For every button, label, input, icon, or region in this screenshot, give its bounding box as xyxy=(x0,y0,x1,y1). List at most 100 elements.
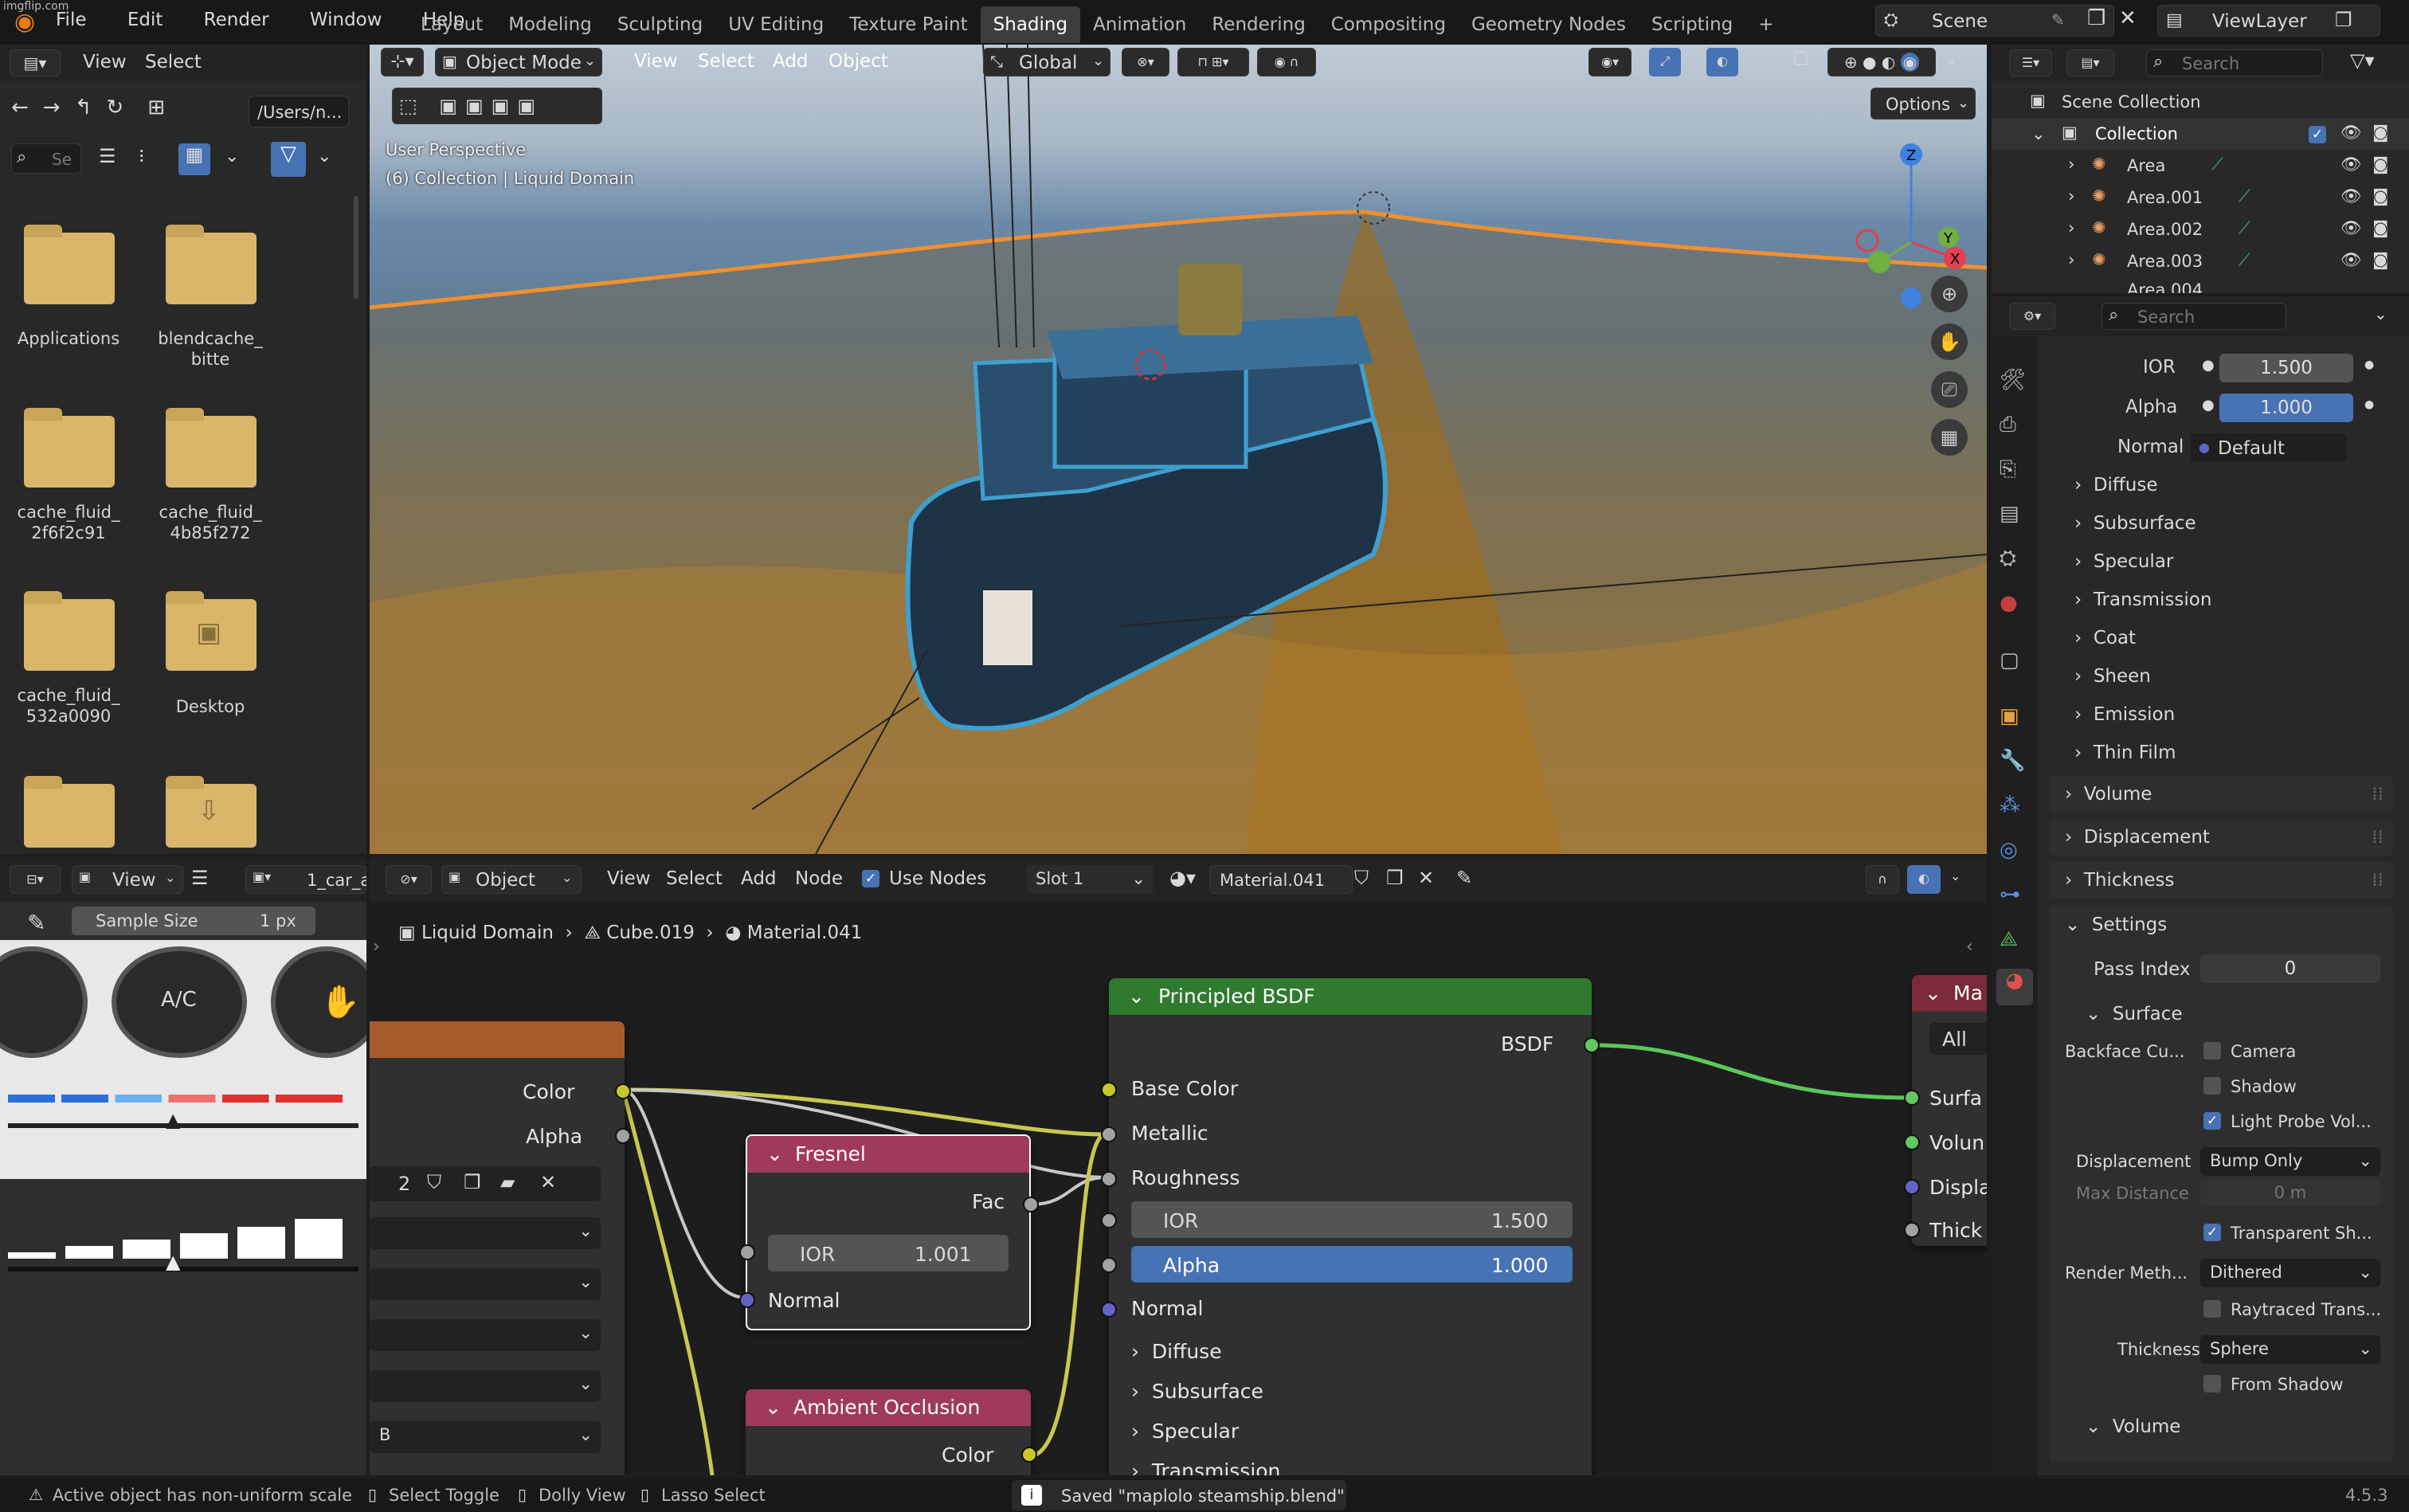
eye-icon[interactable]: 👁 xyxy=(2340,250,2362,270)
fb-menu-select[interactable]: Select xyxy=(145,52,202,72)
ao-header[interactable]: ⌄ Ambient Occlusion xyxy=(746,1389,1031,1426)
tab-sculpting[interactable]: Sculpting xyxy=(605,6,715,43)
keyframe-dot-icon[interactable]: ● xyxy=(2364,358,2374,371)
normal-input-socket[interactable] xyxy=(739,1292,755,1308)
shading-modes[interactable]: ⊕ ● ◐ ◉ xyxy=(1827,48,1936,76)
sample-size-field[interactable]: Sample Size 1 px xyxy=(72,907,315,935)
scene-tab-icon[interactable]: ⛭ xyxy=(2000,546,2016,571)
pass-index-field[interactable]: 0 xyxy=(2200,954,2380,983)
raytraced-checkbox[interactable] xyxy=(2203,1300,2221,1318)
from-shadow-checkbox[interactable] xyxy=(2203,1375,2221,1393)
colorspace-dropdown[interactable]: B ⌄ xyxy=(370,1421,601,1453)
collapse-chevron-icon[interactable]: ⌄ xyxy=(766,1136,783,1173)
collapse-chevron-icon[interactable]: ⌄ xyxy=(765,1389,781,1426)
viewport-3d[interactable]: ⊹▾ ▣ Object Mode ⌄ View Select Add Objec… xyxy=(370,45,1987,854)
tab-compositing[interactable]: Compositing xyxy=(1318,6,1459,43)
physics-tab-icon[interactable]: ◎ xyxy=(2000,838,2018,862)
outliner-item-row[interactable]: Area.004 xyxy=(1992,277,2409,293)
outliner-editor-type-icon[interactable]: ☰▾ xyxy=(2009,49,2052,76)
view-layer-selector[interactable]: ▤ ViewLayer ❐ xyxy=(2157,5,2380,37)
alpha-output-socket[interactable] xyxy=(615,1128,631,1144)
bsdf-ior-field[interactable]: IOR 1.500 xyxy=(1131,1201,1573,1238)
menu-edit[interactable]: Edit xyxy=(127,10,163,30)
gizmo-toggle-icon[interactable]: ⤢ xyxy=(1649,48,1681,76)
filter-chevron-icon[interactable]: ⌄ xyxy=(317,147,331,166)
tab-shading[interactable]: Shading xyxy=(980,6,1081,43)
bsdf-alpha-field[interactable]: Alpha 1.000 xyxy=(1131,1246,1573,1283)
unlink-image-icon[interactable]: ✕ xyxy=(540,1171,556,1193)
outliner-item-row[interactable]: › ✺ Area.001 ⟋ 👁 ◙ xyxy=(1992,182,2409,213)
bsdf-panel-subsurface[interactable]: › Subsurface xyxy=(1131,1380,1263,1403)
source-dropdown[interactable]: ⌄ xyxy=(370,1370,601,1402)
bsdf-panel-transmission[interactable]: › Transmission xyxy=(1131,1459,1280,1475)
path-field[interactable]: /Users/n... xyxy=(249,96,349,127)
prop-alpha-field[interactable]: 1.000 xyxy=(2219,394,2353,422)
sort-chevron-icon[interactable]: ⌄ xyxy=(225,147,239,166)
particles-tab-icon[interactable]: ⁂ xyxy=(2000,793,2020,817)
new-view-layer-icon[interactable]: ❐ xyxy=(2335,9,2352,31)
socket-dot-icon[interactable]: ● xyxy=(2202,357,2215,374)
node-editor[interactable]: ⊘▾ ▣ Object ⌄ View Select Add Node ✓ Use… xyxy=(370,857,1987,1475)
fac-output-socket[interactable] xyxy=(1023,1197,1039,1212)
volume-input-socket[interactable] xyxy=(1904,1134,1920,1150)
outliner-item-row[interactable]: › ✺ Area ⟋ 👁 ◙ xyxy=(1992,150,2409,182)
properties-search-input[interactable]: ⌕ Search xyxy=(2102,303,2286,330)
eyedropper-icon[interactable]: ✎ xyxy=(27,910,45,936)
keyframe-dot-icon[interactable]: ● xyxy=(2364,398,2374,411)
alpha-socket[interactable] xyxy=(1101,1257,1117,1273)
new-folder-icon[interactable]: ⊞ xyxy=(147,96,165,119)
slider-thumb-icon[interactable]: ▲ xyxy=(166,1109,180,1131)
fan-slider-thumb-icon[interactable]: ▲ xyxy=(166,1251,180,1273)
color-output-socket[interactable] xyxy=(615,1083,631,1099)
projection-dropdown[interactable]: ⌄ xyxy=(370,1268,601,1300)
thumbnail-view-icon[interactable]: ▦ xyxy=(178,143,210,175)
menu-render[interactable]: Render xyxy=(204,10,269,30)
select-mode-buttons[interactable]: ⬚ ▣▣▣▣ xyxy=(392,88,602,124)
hamburger-icon[interactable]: ☰ xyxy=(191,867,209,889)
expand-chevron-icon[interactable]: › xyxy=(2068,250,2074,269)
material-output-header[interactable]: ⌄ Ma xyxy=(1912,975,1987,1012)
blender-logo-icon[interactable]: ◉ xyxy=(14,8,35,36)
extension-dropdown[interactable]: ⌄ xyxy=(370,1319,601,1351)
refresh-icon[interactable]: ↻ xyxy=(106,96,123,119)
expand-chevron-icon[interactable]: › xyxy=(2068,186,2074,206)
overlay-toggle-icon[interactable]: ◐ xyxy=(1706,48,1738,76)
drag-handle-icon[interactable]: ⁞⁞ xyxy=(2372,819,2384,856)
properties-editor-type-icon[interactable]: ⚙▾ xyxy=(2009,303,2055,330)
expand-chevron-icon[interactable]: › xyxy=(2068,155,2074,174)
fb-search-input[interactable]: ⌕ Se xyxy=(11,143,81,174)
camera-icon[interactable]: ◙ xyxy=(2372,218,2388,237)
shading-chevron-icon[interactable]: ⌄ xyxy=(1945,51,1957,68)
perspective-toggle-icon[interactable]: ▦ xyxy=(1931,419,1968,456)
bsdf-panel-specular[interactable]: › Specular xyxy=(1131,1420,1239,1443)
image-browse[interactable]: ▣▾ 1_car_a xyxy=(245,865,366,894)
forward-icon[interactable]: → xyxy=(43,96,61,119)
object-mode-dropdown[interactable]: ▣ Object Mode ⌄ xyxy=(435,48,602,76)
settings-header[interactable]: ⌄ Settings xyxy=(2065,915,2167,935)
camera-icon[interactable]: ◙ xyxy=(2372,186,2388,206)
tab-layout[interactable]: Layout xyxy=(408,6,496,43)
transparent-shadow-checkbox[interactable]: ✓ xyxy=(2203,1224,2221,1241)
normal-socket[interactable] xyxy=(1101,1302,1117,1318)
filter-icon[interactable]: ▽ xyxy=(271,142,306,177)
downloads-folder-icon[interactable]: ⇩ xyxy=(166,776,257,848)
tab-texture-paint[interactable]: Texture Paint xyxy=(836,6,980,43)
collection-row[interactable]: ⌄ ▣ Collection ✓ 👁 ◙ xyxy=(1992,118,2409,150)
surface-input-socket[interactable] xyxy=(1904,1090,1920,1106)
back-icon[interactable]: ← xyxy=(11,96,29,119)
pan-hand-icon[interactable]: ✋ xyxy=(1931,323,1968,360)
subpanel-specular[interactable]: › Specular xyxy=(2074,551,2173,572)
slider-track[interactable] xyxy=(8,1123,358,1128)
subpanel-diffuse[interactable]: › Diffuse xyxy=(2074,475,2158,496)
outliner-search-input[interactable]: ⌕ Search xyxy=(2146,49,2323,76)
camera-icon[interactable]: ◙ xyxy=(2372,155,2388,174)
output-target-dropdown[interactable]: All xyxy=(1929,1023,1987,1055)
snap-icon[interactable]: ⊓ ⊞▾ xyxy=(1177,48,1249,76)
duplicate-image-icon[interactable]: ❐ xyxy=(464,1171,481,1193)
tool-tab-icon[interactable]: 🛠 xyxy=(2000,368,2026,392)
thickness-dropdown[interactable]: Sphere ⌄ xyxy=(2200,1335,2380,1364)
subpanel-transmission[interactable]: › Transmission xyxy=(2074,590,2211,610)
fresnel-header[interactable]: ⌄ Fresnel xyxy=(747,1136,1029,1173)
ambient-occlusion-node[interactable]: ⌄ Ambient Occlusion Color xyxy=(746,1389,1037,1475)
camera-icon[interactable]: ◙ xyxy=(2372,250,2388,269)
